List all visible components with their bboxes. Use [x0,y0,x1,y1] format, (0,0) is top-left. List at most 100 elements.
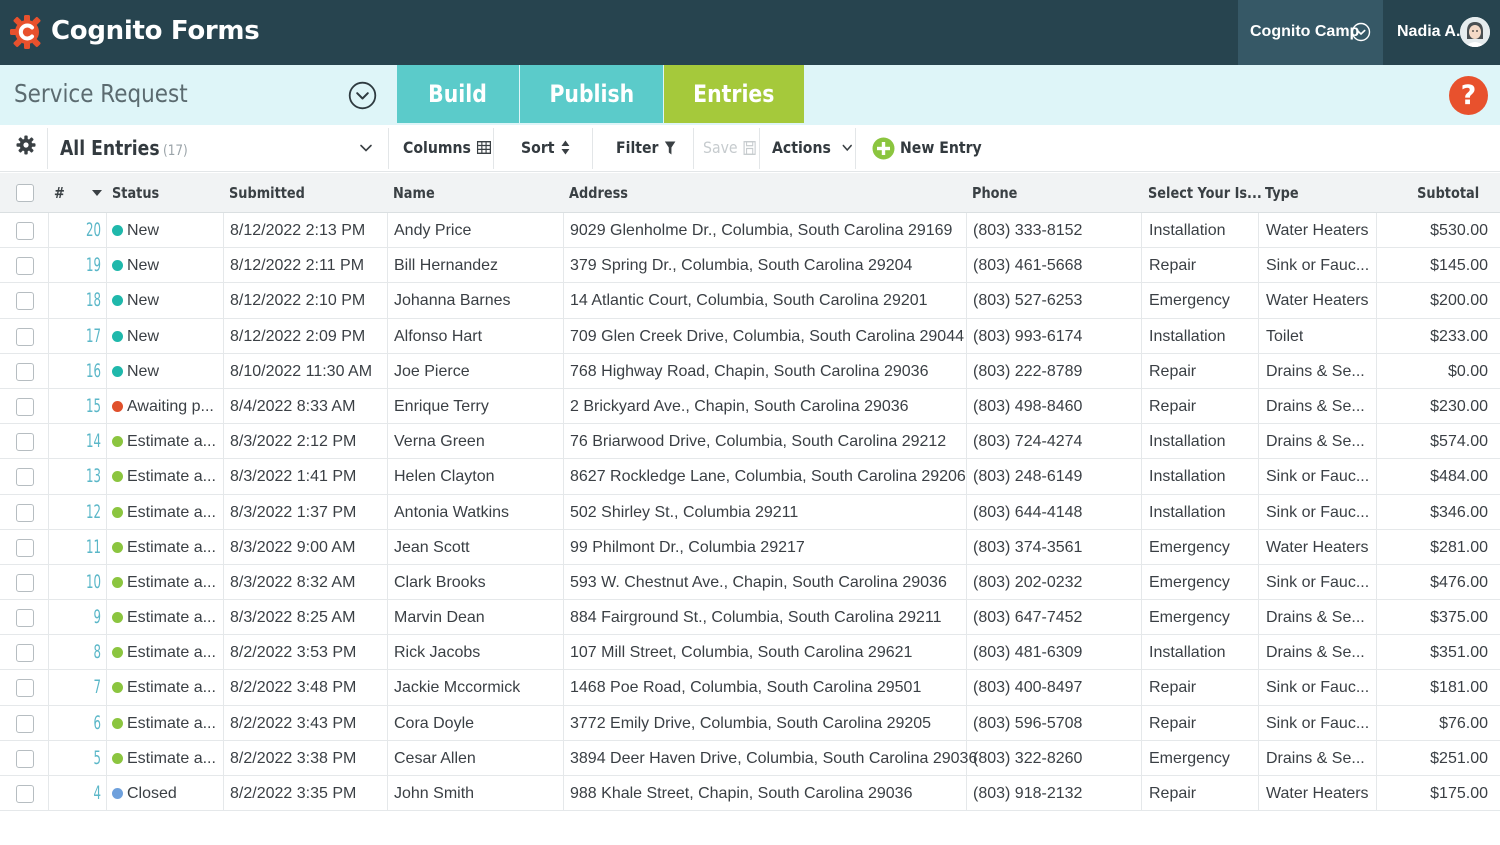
column-header-type[interactable]: Type [1265,184,1299,202]
gear-icon[interactable] [16,135,36,155]
table-row[interactable]: 16 New 8/10/2022 11:30 AM Joe Pierce 768 Hig… [0,353,1500,389]
table-row[interactable]: 12 Estimate a... 8/3/2022 1:37 PM Antonia W… [0,494,1500,530]
view-selector[interactable]: All Entries (17) [60,136,188,160]
filter-button[interactable]: Filter [616,138,676,157]
cell-entry-number[interactable]: 18 [76,283,101,318]
column-header-select-your-issue[interactable]: Select Your Is... [1148,184,1262,202]
table-row[interactable]: 19 New 8/12/2022 2:11 PM Bill Hernandez 379 … [0,248,1500,284]
tab-publish[interactable]: Publish [520,65,663,123]
cell-name: Bill Hernandez [394,257,499,275]
row-checkbox[interactable] [16,714,34,733]
column-header-subtotal[interactable]: Subtotal [1417,184,1479,202]
row-checkbox[interactable] [16,433,34,452]
column-header-address[interactable]: Address [569,184,628,202]
cell-entry-number[interactable]: 11 [76,530,101,565]
actions-button[interactable]: Actions [772,138,853,157]
cell-entry-number[interactable]: 19 [76,248,101,283]
cell-address: 2 Brickyard Ave., Chapin, South Carolina… [570,397,909,415]
table-row[interactable]: 11 Estimate a... 8/3/2022 9:00 AM Jean Scot… [0,529,1500,565]
chevron-down-icon [842,144,852,151]
cell-entry-number[interactable]: 6 [76,706,101,741]
sort-descending-icon[interactable] [92,190,102,196]
form-switcher-chevron-icon[interactable] [348,81,377,110]
cell-select-your-issue: Repair [1149,679,1197,697]
row-checkbox[interactable] [16,222,34,240]
cell-select-your-issue: Repair [1149,714,1197,732]
cell-entry-number[interactable]: 8 [76,635,101,670]
row-checkbox[interactable] [16,503,34,522]
sort-button[interactable]: Sort [521,138,570,157]
select-all-checkbox[interactable] [16,184,34,202]
column-header-submitted[interactable]: Submitted [229,184,305,202]
row-checkbox[interactable] [16,785,34,803]
row-checkbox[interactable] [16,538,34,557]
column-header-number[interactable]: # [54,184,65,202]
columns-button[interactable]: Columns [403,138,492,157]
save-button[interactable]: Save [703,138,757,157]
cell-entry-number[interactable]: 17 [76,319,101,354]
column-divider [1141,248,1142,284]
tab-build[interactable]: Build [397,65,519,123]
cell-name: Cora Doyle [394,714,475,732]
row-checkbox[interactable] [16,644,34,663]
cell-entry-number[interactable]: 7 [76,670,101,705]
user-name[interactable]: Nadia A. [1397,23,1460,41]
cell-entry-number[interactable]: 16 [76,354,101,389]
row-checkbox[interactable] [16,397,34,416]
cell-entry-number[interactable]: 9 [76,600,101,635]
table-row[interactable]: 6 Estimate a... 8/2/2022 3:43 PM Cora Doyle… [0,705,1500,741]
cell-entry-number[interactable]: 10 [76,565,101,600]
cognito-logo-icon[interactable] [10,14,44,50]
cell-type: Water Heaters [1266,292,1369,310]
cell-entry-number[interactable]: 4 [76,776,101,811]
user-avatar[interactable] [1460,17,1490,47]
cell-select-your-issue: Repair [1149,397,1197,415]
table-row[interactable]: 13 Estimate a... 8/3/2022 1:41 PM Helen Cla… [0,459,1500,495]
cell-entry-number[interactable]: 14 [76,424,101,459]
column-divider [1376,388,1377,424]
cell-entry-number[interactable]: 20 [76,213,101,248]
column-divider [563,459,564,495]
column-header-status[interactable]: Status [112,184,159,202]
chevron-down-icon[interactable] [359,141,373,155]
table-row[interactable]: 7 Estimate a... 8/2/2022 3:48 PM Jackie Mcc… [0,670,1500,706]
table-row[interactable]: 14 Estimate a... 8/3/2022 2:12 PM Verna Gre… [0,424,1500,460]
brand-name[interactable]: Cognito Forms [51,16,260,46]
cell-status: Estimate a... [112,670,216,705]
cell-name: Jackie Mccormick [394,679,521,697]
row-checkbox[interactable] [16,609,34,628]
cell-entry-number[interactable]: 12 [76,495,101,530]
table-row[interactable]: 18 New 8/12/2022 2:10 PM Johanna Barnes 14 A… [0,283,1500,319]
cell-entry-number[interactable]: 5 [76,741,101,776]
row-checkbox[interactable] [16,679,34,698]
row-checkbox[interactable] [16,749,34,768]
help-button[interactable]: ? [1449,76,1488,115]
row-checkbox[interactable] [16,327,34,346]
row-checkbox[interactable] [16,362,34,381]
organization-switcher[interactable]: Cognito Camp [1238,0,1383,65]
column-header-phone[interactable]: Phone [972,184,1017,202]
column-divider [48,283,49,319]
row-checkbox[interactable] [16,257,34,276]
column-divider [1141,529,1142,565]
table-row[interactable]: 20 New 8/12/2022 2:13 PM Andy Price 9029 Gle… [0,213,1500,249]
plus-circle-icon[interactable] [872,137,895,160]
new-entry-button[interactable]: New Entry [900,138,982,157]
table-row[interactable]: 4 Closed 8/2/2022 3:35 PM John Smith 988 Kha… [0,776,1500,812]
tab-entries[interactable]: Entries [664,65,804,123]
cell-entry-number[interactable]: 15 [76,389,101,424]
table-row[interactable]: 17 New 8/12/2022 2:09 PM Alfonso Hart 709 Gl… [0,318,1500,354]
cell-address: 709 Glen Creek Drive, Columbia, South Ca… [570,327,964,345]
table-row[interactable]: 9 Estimate a... 8/3/2022 8:25 AM Marvin Dea… [0,600,1500,636]
cell-entry-number[interactable]: 13 [76,459,101,494]
row-checkbox[interactable] [16,292,34,311]
table-row[interactable]: 15 Awaiting p... 8/4/2022 8:33 AM Enrique T… [0,388,1500,425]
column-header-name[interactable]: Name [393,184,435,202]
table-row[interactable]: 8 Estimate a... 8/2/2022 3:53 PM Rick Jacob… [0,635,1500,671]
cell-type: Drains & Se... [1266,609,1365,627]
column-divider [223,529,224,565]
table-row[interactable]: 5 Estimate a... 8/2/2022 3:38 PM Cesar Alle… [0,740,1500,776]
table-row[interactable]: 10 Estimate a... 8/3/2022 8:32 AM Clark Bro… [0,564,1500,601]
row-checkbox[interactable] [16,573,34,592]
row-checkbox[interactable] [16,468,34,487]
